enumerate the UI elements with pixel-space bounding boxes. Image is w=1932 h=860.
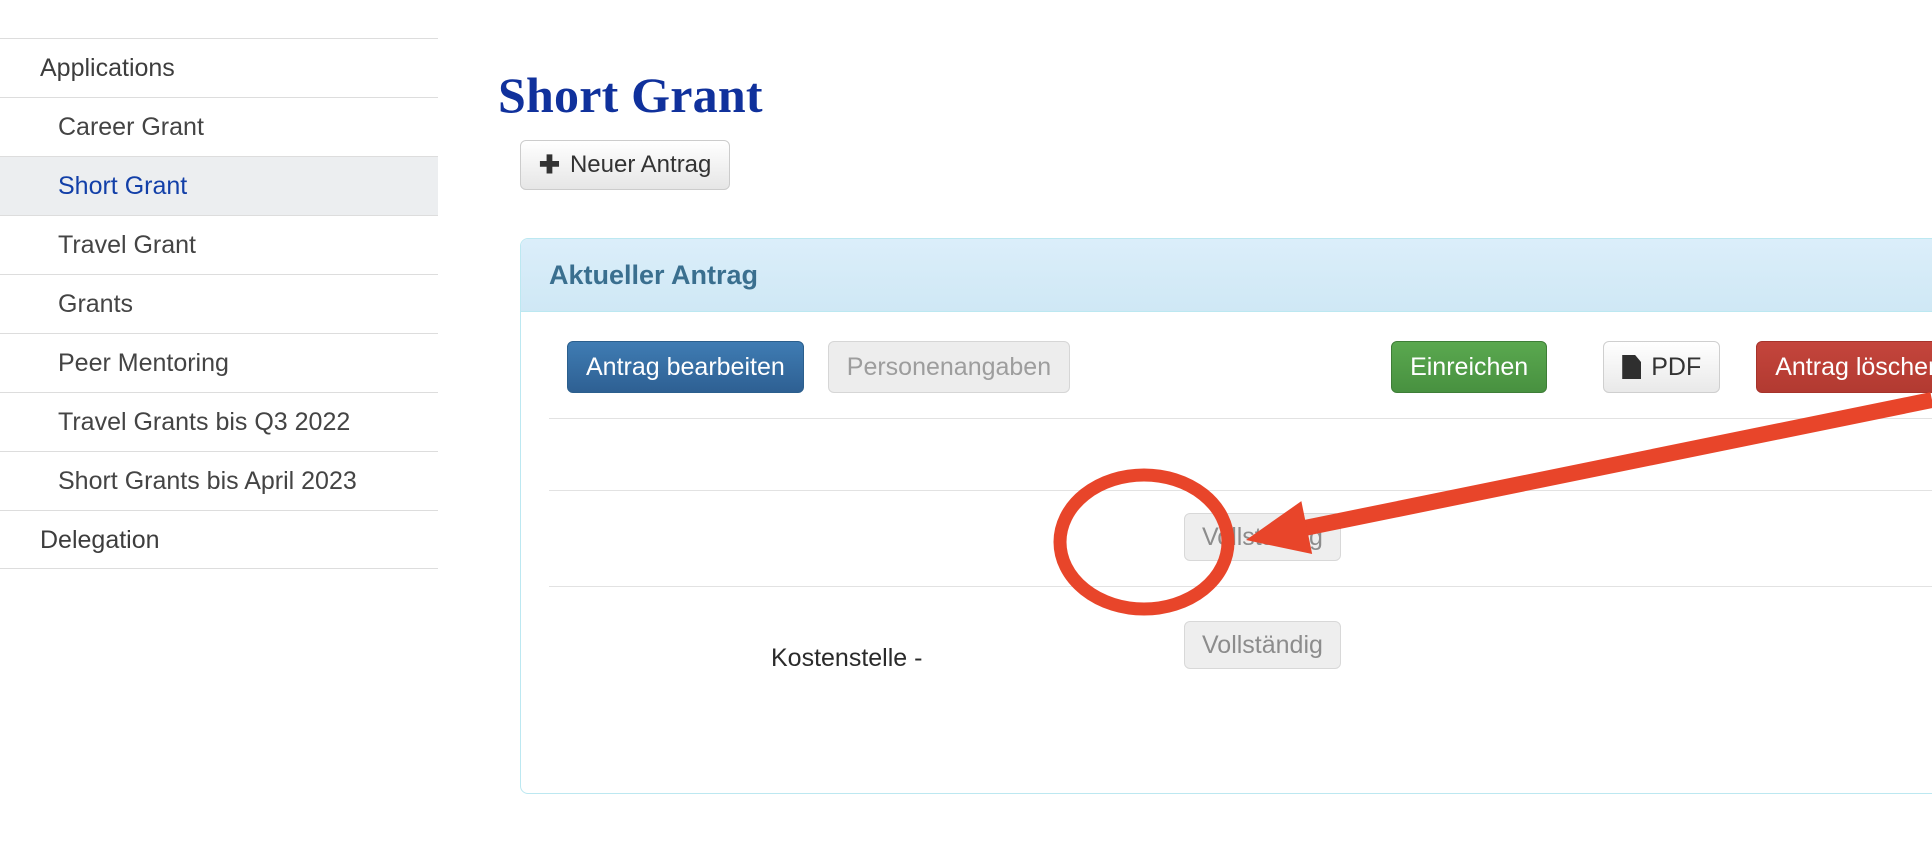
pdf-button[interactable]: PDF — [1603, 341, 1721, 393]
sidebar-item-short-grant[interactable]: Short Grant — [0, 156, 438, 215]
submit-application-button[interactable]: Einreichen — [1391, 341, 1548, 393]
action-button-row: Antrag bearbeiten Personenangaben Einrei… — [549, 312, 1932, 418]
sidebar-item-career-grant[interactable]: Career Grant — [0, 97, 438, 156]
new-application-button[interactable]: ✚ Neuer Antrag — [520, 140, 731, 190]
sidebar-item-label: Short Grants bis April 2023 — [58, 467, 357, 495]
edit-application-button-label: Antrag bearbeiten — [586, 352, 785, 381]
panel-header: Aktueller Antrag — [521, 239, 1932, 312]
sidebar-item-travel-grants-q3-2022[interactable]: Travel Grants bis Q3 2022 — [0, 392, 438, 451]
sidebar-item-label: Applications — [40, 54, 175, 82]
sidebar-item-label: Peer Mentoring — [58, 349, 229, 377]
plus-icon: ✚ — [539, 150, 560, 179]
delete-application-button[interactable]: Antrag löschen — [1756, 341, 1932, 393]
sidebar-item-grants[interactable]: Grants — [0, 274, 438, 333]
empty-row — [549, 418, 1932, 490]
sidebar-item-peer-mentoring[interactable]: Peer Mentoring — [0, 333, 438, 392]
sidebar-item-label: Grants — [58, 290, 134, 318]
sidebar-item-label: Travel Grants bis Q3 2022 — [58, 408, 351, 436]
current-application-panel: Aktueller Antrag Antrag bearbeiten Perso… — [520, 238, 1932, 794]
page-title: Short Grant — [498, 66, 763, 123]
table-row: Kostenstelle - Vollständig — [549, 586, 1932, 768]
sidebar-navigation: Applications Career Grant Short Grant Tr… — [0, 0, 438, 569]
new-application-button-label: Neuer Antrag — [569, 151, 712, 178]
panel-body: Antrag bearbeiten Personenangaben Einrei… — [521, 312, 1932, 768]
sidebar-item-travel-grant[interactable]: Travel Grant — [0, 215, 438, 274]
personal-data-button[interactable]: Personenangaben — [827, 341, 1071, 393]
file-pdf-icon — [1622, 355, 1642, 379]
edit-application-button[interactable]: Antrag bearbeiten — [567, 341, 804, 393]
status-badge-holder: Vollständig — [1184, 621, 1341, 669]
delete-application-button-label: Antrag löschen — [1775, 352, 1932, 381]
sidebar-item-label: Short Grant — [58, 172, 188, 200]
table-row: Vollständig — [549, 490, 1932, 586]
app-root: Applications Career Grant Short Grant Tr… — [0, 0, 1932, 860]
status-badge[interactable]: Vollständig — [1184, 513, 1341, 561]
sidebar-item-label: Travel Grant — [58, 231, 197, 259]
sidebar-item-applications[interactable]: Applications — [0, 38, 438, 97]
sidebar-item-label: Career Grant — [58, 113, 204, 141]
sidebar-item-short-grants-april-2023[interactable]: Short Grants bis April 2023 — [0, 451, 438, 510]
submit-application-button-label: Einreichen — [1410, 352, 1529, 381]
personal-data-button-label: Personenangaben — [846, 352, 1052, 381]
panel-title: Aktueller Antrag — [549, 259, 759, 290]
sidebar-item-delegation[interactable]: Delegation — [0, 510, 438, 569]
pdf-button-label: PDF — [1651, 352, 1702, 381]
sidebar-item-label: Delegation — [40, 526, 160, 554]
status-badge-holder: Vollständig — [1184, 513, 1341, 561]
status-badge[interactable]: Vollständig — [1184, 621, 1341, 669]
row-label: Kostenstelle - — [771, 644, 923, 672]
main-content: Short Grant ✚ Neuer Antrag Aktueller Ant… — [438, 0, 1932, 860]
